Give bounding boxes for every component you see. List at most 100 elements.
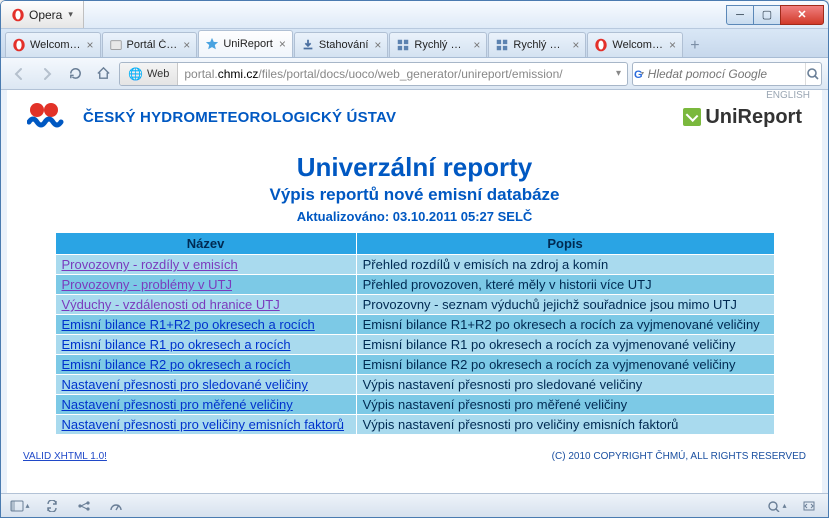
search-go-button[interactable] [805,63,821,85]
tab-label: Rychlý p… [414,39,467,51]
search-engine-icon[interactable]: G ▾ [633,67,648,81]
report-link[interactable]: Nastavení přesnosti pro sledované veliči… [62,377,308,392]
tab-bar: Welcom…×Portál Č…×UniReport×Stahování×Ry… [1,29,828,58]
url-text[interactable]: portal.chmi.cz/files/portal/docs/uoco/we… [178,67,610,81]
tab-label: Rychlý p… [513,39,566,51]
zoom-icon [767,500,781,512]
opera-logo-icon [11,8,25,22]
valid-xhtml-link[interactable]: VALID XHTML 1.0! [23,451,107,462]
tab-label: Welcom… [30,39,81,51]
report-link[interactable]: Nastavení přesnosti pro veličiny emisníc… [62,417,345,432]
toolbar: 🌐 Web portal.chmi.cz/files/portal/docs/u… [1,58,828,90]
tab-label: Portál Č… [127,39,178,51]
report-desc-cell: Provozovny - seznam výduchů jejichž souř… [356,295,774,315]
tab[interactable]: Welcom… × [587,32,683,57]
tab[interactable]: Portál Č… × [102,32,198,57]
table-row: Emisní bilance R2 po okresech a rocích Em… [55,355,774,375]
tab-close-icon[interactable]: × [279,38,286,50]
link-button[interactable] [73,497,95,515]
tab-close-icon[interactable]: × [87,39,94,51]
report-link[interactable]: Emisní bilance R2 po okresech a rocích [62,357,291,372]
report-desc-cell: Přehled rozdílů v emisích na zdroj a kom… [356,255,774,275]
tab-label: Welcom… [612,39,663,51]
tab-favicon-icon [396,38,410,52]
turbo-button[interactable] [105,497,127,515]
forward-button[interactable] [35,62,59,86]
sync-button[interactable] [41,497,63,515]
globe-icon: 🌐 [128,67,143,81]
reload-button[interactable] [63,62,87,86]
report-link[interactable]: Nastavení přesnosti pro měřené veličiny [62,397,293,412]
report-name-cell: Výduchy - vzdálenosti od hranice UTJ [55,295,356,315]
table-row: Nastavení přesnosti pro měřené veličiny V… [55,395,774,415]
report-name-cell: Emisní bilance R1+R2 po okresech a rocíc… [55,315,356,335]
report-link[interactable]: Provozovny - rozdíly v emisích [62,257,238,272]
tab-close-icon[interactable]: × [183,39,190,51]
copyright-text: (C) 2010 COPYRIGHT ČHMÚ, ALL RIGHTS RESE… [552,451,806,462]
address-dropdown-icon[interactable]: ▾ [610,68,627,79]
brand-text: UniReport [705,106,802,129]
search-box[interactable]: G ▾ [632,62,822,86]
new-tab-button[interactable]: + [684,35,706,57]
svg-text:▾: ▾ [641,71,644,77]
report-desc-cell: Emisní bilance R1 po okresech a rocích z… [356,335,774,355]
report-name-cell: Nastavení přesnosti pro měřené veličiny [55,395,356,415]
report-name-cell: Provozovny - rozdíly v emisích [55,255,356,275]
tab[interactable]: UniReport× [198,30,293,57]
address-bar[interactable]: 🌐 Web portal.chmi.cz/files/portal/docs/u… [119,62,628,86]
report-link[interactable]: Provozovny - problémy v UTJ [62,277,233,292]
back-button[interactable] [7,62,31,86]
panel-icon [10,500,24,512]
back-arrow-icon [11,66,27,82]
fit-icon [802,500,816,512]
table-row: Emisní bilance R1 po okresech a rocích Em… [55,335,774,355]
col-desc-header: Popis [356,233,774,255]
report-link[interactable]: Výduchy - vzdálenosti od hranice UTJ [62,297,280,312]
tab-close-icon[interactable]: × [374,39,381,51]
table-row: Provozovny - rozdíly v emisích Přehled ro… [55,255,774,275]
tab-favicon-icon [109,38,123,52]
page-viewport: ENGLISH ČESKÝ HYDROMETEOROLOGICKÝ ÚSTAV … [1,90,828,493]
table-row: Výduchy - vzdálenosti od hranice UTJ Prov… [55,295,774,315]
tab[interactable]: Welcom… × [5,32,101,57]
fit-button[interactable] [798,497,820,515]
tab[interactable]: Stahování× [294,32,389,57]
report-desc-cell: Emisní bilance R2 po okresech a rocích z… [356,355,774,375]
scheme-label: Web [147,68,169,80]
window-controls: ─ ▢ ✕ [727,5,824,25]
tab-close-icon[interactable]: × [572,39,579,51]
tab[interactable]: Rychlý p… × [389,32,487,57]
institute-name: ČESKÝ HYDROMETEOROLOGICKÝ ÚSTAV [83,109,396,126]
panel-button[interactable]: ▴ [9,497,31,515]
minimize-button[interactable]: ─ [726,5,754,25]
tab-close-icon[interactable]: × [669,39,676,51]
site-header: ČESKÝ HYDROMETEOROLOGICKÝ ÚSTAV UniRepor… [19,98,810,140]
page-content: ENGLISH ČESKÝ HYDROMETEOROLOGICKÝ ÚSTAV … [7,90,822,462]
tab-favicon-icon [594,38,608,52]
report-link[interactable]: Emisní bilance R1+R2 po okresech a rocíc… [62,317,315,332]
report-name-cell: Nastavení přesnosti pro veličiny emisníc… [55,415,356,435]
opera-menu-button[interactable]: Opera ▾ [1,1,84,28]
zoom-button[interactable]: ▴ [766,497,788,515]
report-desc-cell: Výpis nastavení přesnosti pro měřené vel… [356,395,774,415]
table-row: Emisní bilance R1+R2 po okresech a rocíc… [55,315,774,335]
status-bar: ▴ ▴ [1,493,828,517]
menu-caret-icon: ▾ [68,9,73,20]
maximize-button[interactable]: ▢ [753,5,781,25]
address-scheme-chip[interactable]: 🌐 Web [120,63,178,85]
close-button[interactable]: ✕ [780,5,824,25]
chmi-logo-icon [27,102,75,132]
share-icon [77,500,91,512]
home-button[interactable] [91,62,115,86]
tab-close-icon[interactable]: × [473,39,480,51]
report-link[interactable]: Emisní bilance R1 po okresech a rocích [62,337,291,352]
report-desc-cell: Přehled provozoven, které měly v histori… [356,275,774,295]
report-name-cell: Emisní bilance R2 po okresech a rocích [55,355,356,375]
tab[interactable]: Rychlý p… × [488,32,586,57]
browser-window: Opera ▾ ─ ▢ ✕ Welcom…×Portál Č…×UniRepor… [0,0,829,518]
report-name-cell: Emisní bilance R1 po okresech a rocích [55,335,356,355]
search-input[interactable] [648,67,805,81]
window-title: Opera [29,8,62,22]
page-subtitle: Výpis reportů nové emisní databáze [19,185,810,205]
forward-arrow-icon [39,66,55,82]
